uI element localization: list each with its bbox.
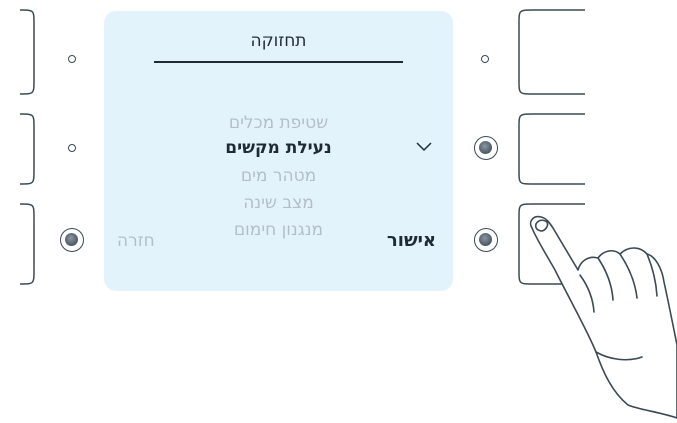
pointing-hand-icon bbox=[529, 215, 677, 419]
